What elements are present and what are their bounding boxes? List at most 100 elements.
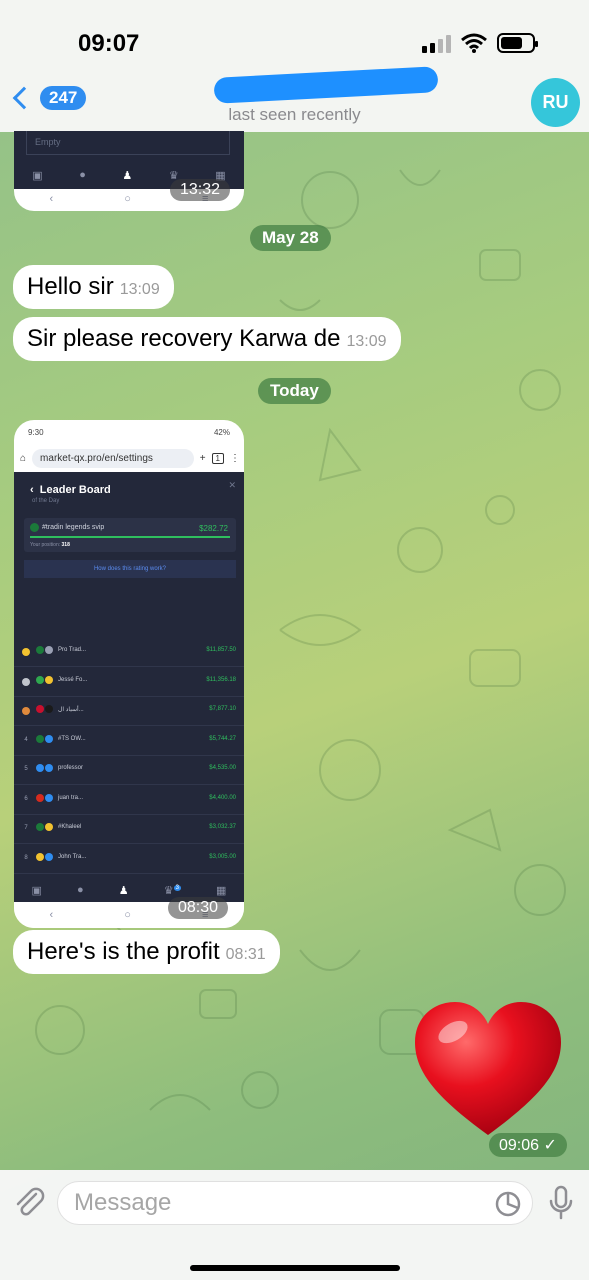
leaderboard-row: 4 #TS OW... $5,744.27 xyxy=(14,727,244,756)
row-amount: $3,005.00 xyxy=(209,853,236,860)
incoming-message[interactable]: Here's is the profit 08:31 xyxy=(13,930,280,974)
leaderboard-panel: ‹ Leader Board of the Day ✕ #tradin lege… xyxy=(14,472,244,902)
user-icon: ♟ xyxy=(122,169,133,182)
row-rank: 4 xyxy=(24,736,28,743)
flag-icon xyxy=(36,675,53,684)
row-amount: $4,535.00 xyxy=(209,765,236,771)
row-name: John Tra... xyxy=(58,853,87,860)
message-text: Hello sir xyxy=(27,273,114,300)
status-icons xyxy=(422,33,538,53)
screenshot-time: 9:30 xyxy=(28,428,44,437)
row-name: #TS OW... xyxy=(58,735,86,742)
row-rank: 3 xyxy=(22,707,30,715)
more-icon: ⋮ xyxy=(230,452,240,464)
message-composer xyxy=(0,1170,589,1280)
row-amount: $11,356.18 xyxy=(206,676,236,683)
battery-icon xyxy=(497,33,538,53)
home-indicator xyxy=(190,1265,400,1271)
row-rank: 1 xyxy=(22,648,30,656)
row-rank: 6 xyxy=(24,795,28,802)
message-text: Here's is the profit xyxy=(27,938,220,965)
row-rank: 2 xyxy=(22,677,30,686)
row-amount: $7,877.10 xyxy=(209,706,236,712)
microphone-icon[interactable] xyxy=(548,1185,574,1221)
leaderboard-row: 5 professor $4,535.00 xyxy=(14,756,244,785)
row-name: #Khaleel xyxy=(58,824,82,830)
leaderboard-subtitle: of the Day xyxy=(32,498,60,504)
plus-icon: + xyxy=(199,452,206,464)
cellular-signal-icon xyxy=(422,35,451,53)
flag-icon xyxy=(36,764,53,772)
own-position-card: #tradin legends svip $282.72 Your positi… xyxy=(24,518,236,552)
flag-icon xyxy=(36,646,53,654)
leaderboard-row: 8 John Tra... $3,005.00 xyxy=(14,845,244,874)
read-check-icon: ✓ xyxy=(543,1137,557,1154)
flag-icon xyxy=(36,852,53,861)
rating-help-link: How does this rating work? xyxy=(24,560,236,578)
chat-icon: ● xyxy=(77,884,84,896)
last-seen-status: last seen recently xyxy=(228,105,361,124)
heart-sticker[interactable] xyxy=(413,1000,563,1140)
leaderboard-row: 1 Pro Trad... $11,857.50 xyxy=(14,638,244,667)
own-position: Your position: 318 xyxy=(30,542,70,548)
sticker-time: 09:06 ✓ xyxy=(489,1133,567,1157)
leaderboard-row: 3 أسياد ال... $7,877.10 xyxy=(14,697,244,726)
screenshot-battery: 42% xyxy=(213,428,230,437)
sticker-icon[interactable] xyxy=(494,1190,522,1218)
flag-icon xyxy=(36,823,53,831)
user-icon: ♟ xyxy=(118,884,129,897)
system-back-icon: ‹ xyxy=(49,909,54,921)
message-time: 13:09 xyxy=(119,281,160,298)
row-amount: $11,857.50 xyxy=(206,647,236,653)
wifi-icon xyxy=(461,33,487,53)
grid-icon: ▦ xyxy=(216,884,227,897)
message-input[interactable] xyxy=(57,1181,533,1225)
row-amount: $5,744.27 xyxy=(209,735,236,742)
leaderboard-row: 2 Jessé Fo... $11,356.18 xyxy=(14,668,244,697)
row-name: professor xyxy=(58,765,84,771)
system-home-icon: ○ xyxy=(124,193,131,205)
screenshot-empty-field: Empty xyxy=(26,131,230,155)
row-amount: $3,032.37 xyxy=(209,824,236,830)
flag-icon xyxy=(30,523,39,532)
row-rank: 5 xyxy=(24,766,28,772)
home-icon: ⌂ xyxy=(20,452,27,464)
own-progress-bar xyxy=(30,536,230,538)
row-name: juan tra... xyxy=(58,794,84,801)
incoming-message[interactable]: Sir please recovery Karwa de 13:09 xyxy=(13,317,401,361)
screenshot-url: market-qx.pro/en/settings xyxy=(32,448,194,468)
own-amount: $282.72 xyxy=(199,524,228,533)
flag-icon xyxy=(36,705,53,713)
row-rank: 8 xyxy=(24,854,28,861)
row-amount: $4,400.00 xyxy=(209,794,236,801)
system-back-icon: ‹ xyxy=(49,193,54,205)
status-time: 09:07 xyxy=(78,30,140,57)
image-icon: ▣ xyxy=(31,884,42,897)
date-separator: Today xyxy=(258,378,331,404)
chat-icon: ● xyxy=(79,169,86,181)
leaderboard-title: ‹ Leader Board xyxy=(30,484,111,496)
paperclip-icon[interactable] xyxy=(12,1184,46,1218)
redacted-contact-name[interactable] xyxy=(213,66,439,104)
image-message-time: 08:30 xyxy=(168,897,229,919)
incoming-message[interactable]: Hello sir 13:09 xyxy=(13,265,174,309)
row-rank: 7 xyxy=(24,825,28,831)
flag-icon xyxy=(36,734,53,743)
row-name: أسياد ال... xyxy=(58,707,84,713)
flag-icon xyxy=(36,793,53,802)
date-separator: May 28 xyxy=(250,225,331,251)
chat-header: 09:07 247 last seen recently RU xyxy=(0,0,589,132)
image-message-time: 13:32 xyxy=(170,179,231,201)
leaderboard-row: 7 #Khaleel $3,032.37 xyxy=(14,815,244,844)
row-name: Jessé Fo... xyxy=(58,676,88,683)
contact-avatar[interactable]: RU xyxy=(531,78,580,127)
screenshot-url-bar: ⌂ market-qx.pro/en/settings + 1 ⋮ xyxy=(20,446,240,470)
image-message-leaderboard[interactable]: 9:30 42% ⌂ market-qx.pro/en/settings + 1… xyxy=(14,420,244,928)
own-name: #tradin legends svip xyxy=(42,524,105,531)
message-text: Sir please recovery Karwa de xyxy=(27,325,341,352)
row-name: Pro Trad... xyxy=(58,647,87,653)
leaderboard-row: 6 juan tra... $4,400.00 xyxy=(14,786,244,815)
screenshot-status-bar: 9:30 42% xyxy=(14,420,244,444)
image-icon: ▣ xyxy=(32,169,43,182)
trophy-icon: ♛ 3 xyxy=(163,884,181,897)
